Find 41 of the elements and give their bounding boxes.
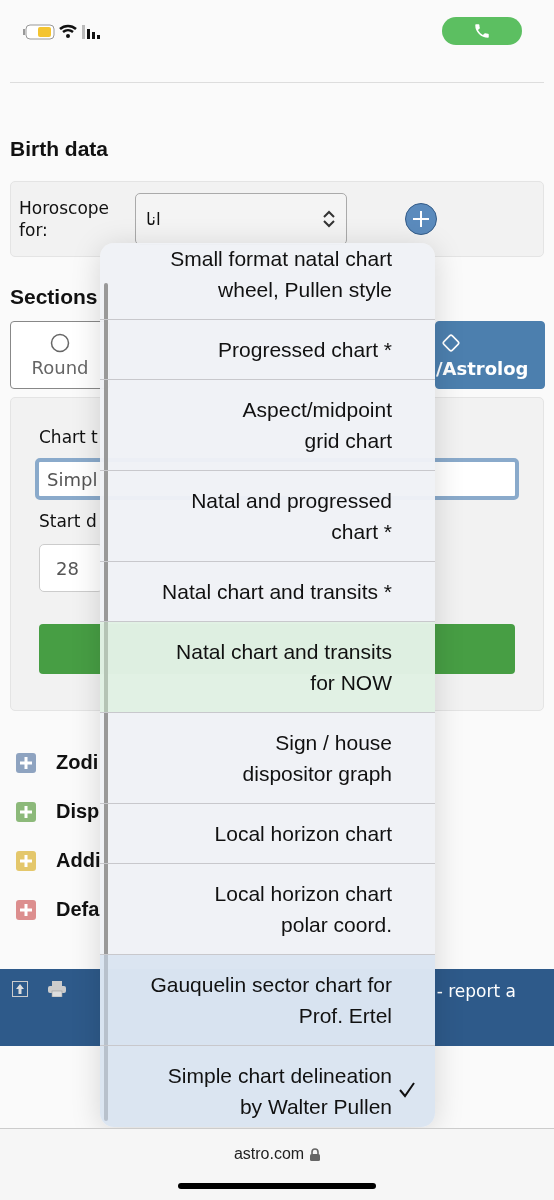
menu-item[interactable]: Natal and progressed chart * bbox=[100, 471, 435, 562]
menu-item[interactable]: Local horizon chart polar coord. bbox=[100, 864, 435, 955]
call-button[interactable] bbox=[442, 17, 522, 45]
menu-item[interactable]: Small format natal chart wheel, Pullen style bbox=[100, 243, 435, 320]
add-button[interactable] bbox=[405, 203, 438, 235]
section-toggle[interactable]: Addi bbox=[56, 849, 101, 872]
menu-item[interactable]: Natal chart and transits for NOW bbox=[100, 622, 435, 713]
checkmark-icon bbox=[399, 1082, 415, 1098]
expand-icon[interactable] bbox=[16, 899, 36, 920]
field-label: Chart t bbox=[39, 426, 98, 448]
section-heading: Birth data bbox=[10, 137, 108, 161]
footer-text: - report a bbox=[436, 981, 516, 1001]
print-icon[interactable] bbox=[48, 981, 66, 997]
section-toggle[interactable]: Disp bbox=[56, 800, 100, 823]
expand-icon[interactable] bbox=[16, 752, 36, 773]
day-field[interactable]: 28 bbox=[39, 544, 103, 592]
menu-item[interactable]: Aspect/midpoint grid chart bbox=[100, 380, 435, 471]
url-text[interactable]: astro.com bbox=[233, 1145, 305, 1163]
section-heading: Sections bbox=[10, 285, 98, 309]
chevron-updown-icon bbox=[322, 210, 337, 228]
menu-item[interactable]: Sign / house dispositor graph bbox=[100, 713, 435, 804]
phone-icon bbox=[473, 22, 491, 40]
menu-item[interactable]: Progressed chart * bbox=[100, 320, 435, 380]
circle-icon bbox=[50, 332, 70, 353]
menu-item[interactable]: Simple chart delineation by Walter Pullen bbox=[100, 1046, 435, 1127]
lock-icon bbox=[310, 1147, 321, 1161]
field-label: Horoscope for: bbox=[19, 197, 110, 241]
menu-item[interactable]: Local horizon chart bbox=[100, 804, 435, 864]
expand-icon[interactable] bbox=[16, 850, 36, 871]
field-label: Start d bbox=[39, 510, 97, 532]
diamond-icon bbox=[440, 331, 462, 354]
horoscope-select[interactable]: انا bbox=[135, 193, 348, 245]
section-tab[interactable]: /Astrolog bbox=[435, 321, 545, 389]
plus-icon bbox=[411, 209, 432, 229]
upload-icon[interactable] bbox=[12, 981, 28, 997]
section-toggle[interactable]: Defa bbox=[56, 898, 100, 921]
menu-item[interactable]: Natal chart and transits * bbox=[100, 562, 435, 622]
scrollbar[interactable] bbox=[104, 283, 108, 1121]
section-toggle[interactable]: Zodi bbox=[56, 751, 99, 774]
menu-item[interactable]: Gauquelin sector chart for Prof. Ertel bbox=[100, 955, 435, 1046]
expand-icon[interactable] bbox=[16, 801, 36, 822]
